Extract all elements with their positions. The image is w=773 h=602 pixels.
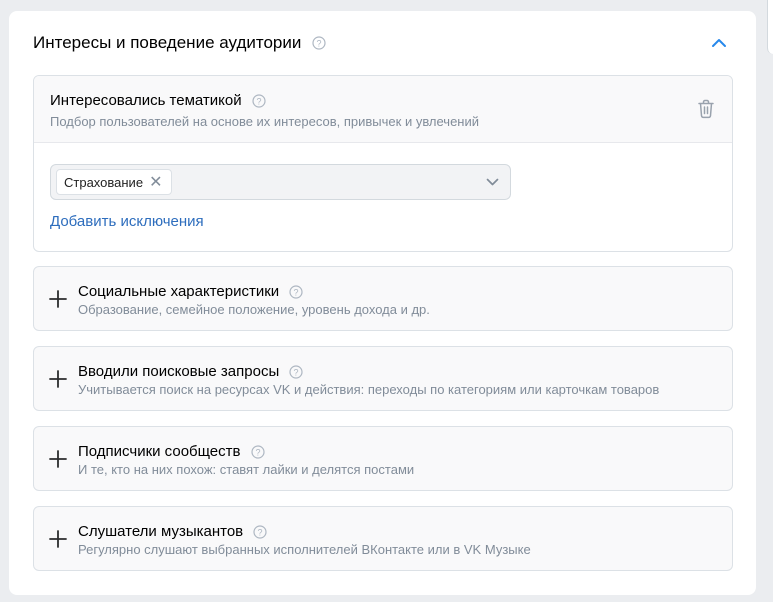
question-circle-icon[interactable]: ? xyxy=(289,365,304,379)
trash-icon[interactable] xyxy=(697,99,715,119)
interests-topic-block: Интересовались тематикой ? Подбор пользо… xyxy=(33,75,733,252)
question-circle-icon[interactable]: ? xyxy=(289,285,303,299)
community-subscribers-description: И те, кто на них похож: ставят лайки и д… xyxy=(78,462,415,477)
music-listeners-block[interactable]: Слушатели музыкантов ? Регулярно слушают… xyxy=(33,506,733,571)
community-subscribers-block[interactable]: Подписчики сообществ ? И те, кто на них … xyxy=(33,426,733,491)
search-queries-title-row: Вводили поисковые запросы ? xyxy=(78,363,304,381)
question-circle-icon[interactable]: ? xyxy=(252,94,266,108)
topic-chip-label: Страхование xyxy=(64,175,144,190)
section-title: Интересы и поведение аудитории xyxy=(33,33,302,52)
topics-select[interactable]: Страхование ✕ xyxy=(50,164,511,200)
question-circle-icon[interactable]: ? xyxy=(251,445,265,459)
interests-topic-title: Интересовались тематикой xyxy=(50,92,242,110)
community-subscribers-title-row: Подписчики сообществ ? xyxy=(78,443,265,461)
svg-text:?: ? xyxy=(316,38,321,48)
interests-topic-title-row: Интересовались тематикой ? xyxy=(50,92,266,110)
plus-icon[interactable] xyxy=(48,369,68,389)
svg-text:?: ? xyxy=(294,367,299,377)
music-listeners-title-row: Слушатели музыкантов ? xyxy=(78,523,267,541)
plus-icon[interactable] xyxy=(48,449,68,469)
svg-text:?: ? xyxy=(258,527,263,537)
audience-interests-card: Интересы и поведение аудитории ? Интерес… xyxy=(9,11,756,595)
interests-topic-header: Интересовались тематикой ? Подбор пользо… xyxy=(34,76,732,143)
topic-chip: Страхование ✕ xyxy=(56,169,173,195)
chevron-down-icon[interactable] xyxy=(486,177,499,187)
question-circle-icon[interactable]: ? xyxy=(253,525,267,539)
question-circle-icon[interactable]: ? xyxy=(312,36,326,50)
plus-icon[interactable] xyxy=(48,529,68,549)
chevron-up-icon[interactable] xyxy=(710,34,728,52)
social-characteristics-title: Социальные характеристики xyxy=(78,283,280,301)
adjacent-panel-edge xyxy=(767,0,773,54)
search-queries-description: Учитывается поиск на ресурсах VK и дейст… xyxy=(78,382,660,397)
svg-text:?: ? xyxy=(255,447,260,457)
music-listeners-title: Слушатели музыкантов xyxy=(78,523,244,541)
interests-topic-description: Подбор пользователей на основе их интере… xyxy=(50,114,480,129)
section-header: Интересы и поведение аудитории ? xyxy=(33,31,732,55)
music-listeners-description: Регулярно слушают выбранных исполнителей… xyxy=(78,542,531,557)
search-queries-title: Вводили поисковые запросы xyxy=(78,363,280,381)
search-queries-block[interactable]: Вводили поисковые запросы ? Учитывается … xyxy=(33,346,733,411)
plus-icon[interactable] xyxy=(48,289,68,309)
svg-text:?: ? xyxy=(294,287,299,297)
community-subscribers-title: Подписчики сообществ xyxy=(78,443,241,461)
social-characteristics-description: Образование, семейное положение, уровень… xyxy=(78,302,430,317)
svg-text:?: ? xyxy=(256,96,261,106)
social-characteristics-block[interactable]: Социальные характеристики ? Образование,… xyxy=(33,266,733,331)
social-characteristics-title-row: Социальные характеристики ? xyxy=(78,283,303,301)
remove-chip-icon[interactable]: ✕ xyxy=(149,170,162,195)
add-exclusions-link[interactable]: Добавить исключения xyxy=(50,213,204,231)
